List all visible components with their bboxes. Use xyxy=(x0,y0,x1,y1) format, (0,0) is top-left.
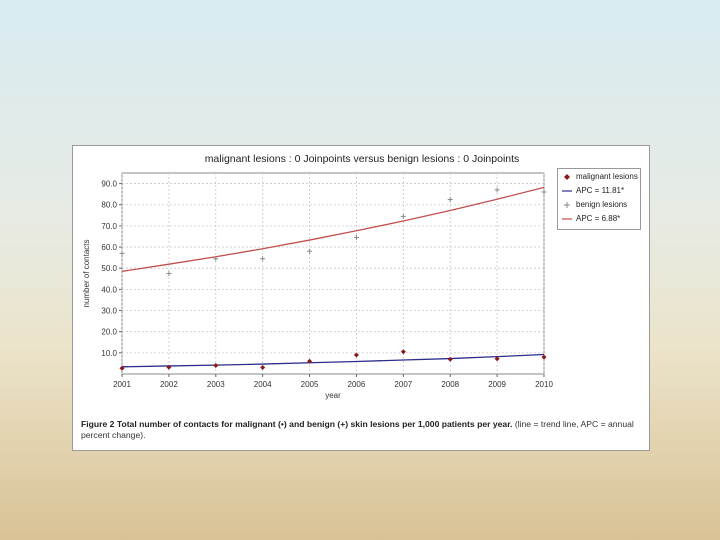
line-marker-icon xyxy=(562,189,572,192)
x-tick-label: 2010 xyxy=(535,380,553,389)
x-tick-label: 2006 xyxy=(348,380,366,389)
x-tick-label: 2008 xyxy=(441,380,459,389)
chart-legend: malignant lesions APC = 11.81* benign le… xyxy=(557,168,641,230)
x-tick-label: 2001 xyxy=(113,380,131,389)
figure-panel: malignant lesions : 0 Joinpoints versus … xyxy=(72,145,650,451)
legend-label: benign lesions xyxy=(576,200,628,209)
y-tick-label: 90.0 xyxy=(101,180,117,189)
caption-label: Figure 2 xyxy=(81,419,115,429)
y-tick-label: 80.0 xyxy=(101,201,117,210)
legend-item-benign-trend: APC = 6.88* xyxy=(558,213,620,224)
y-tick-label: 30.0 xyxy=(101,307,117,316)
legend-label: APC = 6.88* xyxy=(576,214,621,223)
x-tick-label: 2002 xyxy=(160,380,178,389)
y-tick-label: 50.0 xyxy=(101,264,117,273)
y-tick-label: 60.0 xyxy=(101,243,117,252)
figure-caption: Figure 2 Total number of contacts for ma… xyxy=(81,419,646,441)
x-axis-label: year xyxy=(325,391,341,400)
diamond-marker-icon xyxy=(564,173,570,180)
legend-label: APC = 11.81* xyxy=(576,186,625,195)
legend-item-malignant: malignant lesions xyxy=(558,171,638,182)
y-tick-label: 70.0 xyxy=(101,222,117,231)
x-tick-label: 2007 xyxy=(394,380,412,389)
legend-label: malignant lesions xyxy=(576,172,638,181)
legend-item-benign: benign lesions xyxy=(558,199,627,210)
y-tick-label: 10.0 xyxy=(101,349,117,358)
x-tick-label: 2004 xyxy=(254,380,272,389)
y-tick-label: 40.0 xyxy=(101,285,117,294)
x-tick-label: 2003 xyxy=(207,380,225,389)
plus-marker-icon xyxy=(564,201,570,208)
line-marker-icon xyxy=(562,217,572,220)
caption-bold-text: Total number of contacts for malignant (… xyxy=(116,419,513,429)
y-axis-label: number of contacts xyxy=(82,239,91,307)
x-tick-label: 2005 xyxy=(301,380,319,389)
y-tick-label: 20.0 xyxy=(101,328,117,337)
x-tick-label: 2009 xyxy=(488,380,506,389)
legend-item-malignant-trend: APC = 11.81* xyxy=(558,185,624,196)
